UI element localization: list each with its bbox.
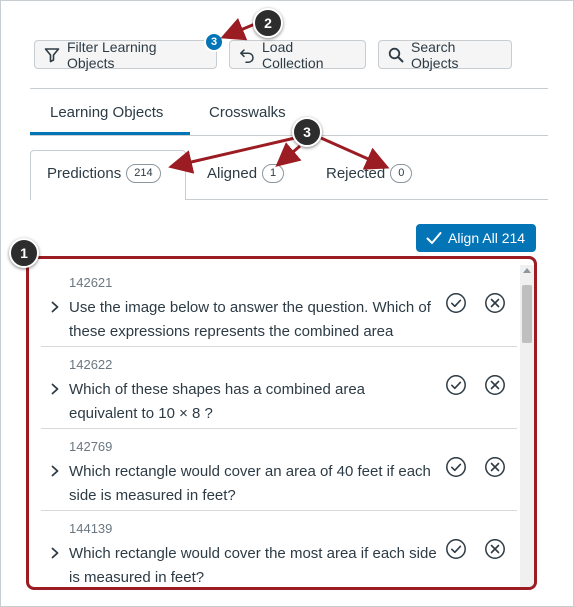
item-text: Which rectangle would cover the most are…	[69, 545, 437, 586]
reject-x-icon[interactable]	[484, 374, 506, 396]
chevron-right-icon[interactable]	[49, 382, 61, 396]
callout-2: 2	[253, 8, 283, 38]
callout-1: 1	[9, 238, 39, 268]
list-item: 144139 Which rectangle would cover the m…	[41, 511, 517, 587]
item-text: Use the image below to answer the questi…	[69, 299, 431, 340]
subtabs-divider	[186, 199, 548, 200]
count-badge: 0	[390, 164, 413, 183]
filter-count-badge: 3	[204, 32, 224, 52]
subtab-label: Predictions	[47, 165, 122, 182]
chevron-right-icon[interactable]	[49, 546, 61, 560]
item-id: 142621	[69, 275, 113, 290]
tab-crosswalks[interactable]: Crosswalks	[209, 104, 286, 121]
accept-check-icon[interactable]	[445, 374, 467, 396]
load-collection-button[interactable]: Load Collection	[229, 38, 366, 71]
predictions-list: 142621 Use the image below to answer the…	[26, 256, 537, 590]
reject-x-icon[interactable]	[484, 456, 506, 478]
search-icon	[388, 47, 404, 62]
tab-learning-objects[interactable]: Learning Objects	[50, 104, 163, 121]
align-all-label: Align All 214	[448, 230, 526, 246]
chevron-right-icon[interactable]	[49, 300, 61, 314]
tabs-divider	[30, 135, 548, 136]
subtab-predictions[interactable]: Predictions 214	[47, 164, 161, 183]
accept-check-icon[interactable]	[445, 292, 467, 314]
chevron-right-icon[interactable]	[49, 464, 61, 478]
reject-x-icon[interactable]	[484, 292, 506, 314]
reject-x-icon[interactable]	[484, 538, 506, 560]
list-item: 142622 Which of these shapes has a combi…	[41, 347, 517, 429]
divider	[30, 88, 548, 89]
list-item: 142769 Which rectangle would cover an ar…	[41, 429, 517, 511]
scrollbar[interactable]	[520, 265, 534, 587]
count-badge: 1	[262, 164, 285, 183]
callout-3: 3	[292, 117, 322, 147]
item-text: Which rectangle would cover an area of 4…	[69, 463, 431, 504]
count-badge: 214	[126, 164, 161, 183]
filter-label: Filter Learning Objects	[67, 38, 157, 71]
list-item: 142621 Use the image below to answer the…	[41, 265, 517, 347]
accept-check-icon[interactable]	[445, 456, 467, 478]
search-objects-button[interactable]: Search Objects	[378, 38, 512, 71]
scroll-up-arrow-icon[interactable]	[523, 268, 531, 273]
subtab-aligned[interactable]: Aligned 1	[207, 164, 285, 183]
item-id: 142769	[69, 439, 113, 454]
item-text: Which of these shapes has a combined are…	[69, 381, 366, 422]
item-id: 144139	[69, 521, 113, 536]
search-label: Search Objects	[411, 38, 459, 71]
checkmark-icon	[426, 232, 442, 244]
subtab-label: Aligned	[207, 165, 258, 182]
filter-learning-objects-button[interactable]: Filter Learning Objects	[34, 38, 217, 71]
align-all-button[interactable]: Align All 214	[416, 224, 536, 252]
active-tab-indicator	[30, 132, 190, 135]
accept-check-icon[interactable]	[445, 538, 467, 560]
filter-icon	[44, 47, 60, 62]
item-id: 142622	[69, 357, 113, 372]
subtab-rejected[interactable]: Rejected 0	[326, 164, 413, 183]
subtab-label: Rejected	[326, 165, 386, 182]
undo-arrow-icon	[240, 48, 254, 63]
load-label: Load Collection	[262, 38, 324, 71]
scroll-thumb[interactable]	[522, 285, 532, 343]
